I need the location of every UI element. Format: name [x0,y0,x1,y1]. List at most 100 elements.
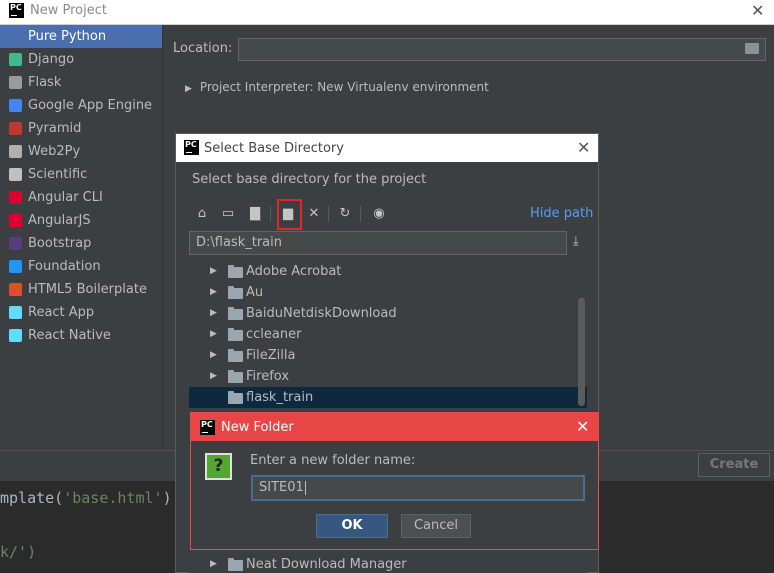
new-folder-highlight [277,199,302,230]
tree-row[interactable]: ▶ FileZilla [189,345,587,366]
code-text: mplate( [0,489,64,507]
project-interpreter-toggle[interactable]: ▶ Project Interpreter: New Virtualenv env… [185,80,489,94]
show-hidden-icon[interactable]: ◉ [371,206,387,222]
react-native-icon [9,329,22,342]
dialog-close-icon[interactable]: ✕ [577,138,590,157]
path-input[interactable]: D:\flask_train [189,231,567,255]
new-folder-prompt: Enter a new folder name: [250,453,416,468]
expand-arrow-icon[interactable]: ▶ [210,345,217,366]
folder-icon [228,558,243,571]
expand-arrow-icon[interactable]: ▶ [210,303,217,324]
sidebar-item-react[interactable]: React App [0,301,162,324]
pycharm-logo-icon: PC [184,140,199,155]
django-icon [9,53,22,66]
delete-icon[interactable]: ✕ [306,206,322,222]
sidebar-item-label: Bootstrap [28,236,92,251]
flask-icon [9,76,22,89]
tree-row[interactable]: ▶ BaiduNetdiskDownload [189,303,587,324]
refresh-icon[interactable]: ↻ [337,206,353,222]
tree-item-label: Firefox [246,369,290,384]
tree-row[interactable]: ▶ ccleaner [189,324,587,345]
browse-folder-icon[interactable] [745,43,759,54]
expand-arrow-icon[interactable]: ▶ [210,324,217,345]
sidebar-item-bootstrap[interactable]: Bootstrap [0,232,162,255]
new-folder-close-icon[interactable]: ✕ [576,417,589,436]
tree-item-label: ccleaner [246,327,302,342]
sidebar-item-label: React Native [28,328,111,343]
sidebar-item-label: HTML5 Boilerplate [28,282,147,297]
sidebar-item-label: AngularJS [28,213,91,228]
sidebar-item-angularjs[interactable]: AngularJS [0,209,162,232]
sidebar-item-google-app-engine[interactable]: Google App Engine [0,94,162,117]
tree-item-label: Adobe Acrobat [246,264,342,279]
text-caret [304,480,306,495]
pycharm-logo-icon: PC [9,3,24,18]
dialog-title: Select Base Directory [204,141,344,156]
folder-icon [228,307,243,320]
dialog-description: Select base directory for the project [192,172,427,187]
expand-arrow-icon[interactable]: ▶ [210,554,217,573]
sidebar-item-django[interactable]: Django [0,48,162,71]
sidebar-item-label: Angular CLI [28,190,103,205]
pyramid-icon [9,122,22,135]
expand-arrow-icon[interactable]: ▶ [210,366,217,387]
project-folder-icon[interactable]: ▇ [247,206,263,222]
folder-icon [228,349,243,362]
sidebar-item-html5[interactable]: HTML5 Boilerplate [0,278,162,301]
expand-arrow-icon[interactable]: ▶ [210,261,217,282]
cancel-button[interactable]: Cancel [401,514,471,538]
create-button[interactable]: Create [698,453,770,477]
download-icon[interactable]: ⤓ [573,235,587,249]
code-line-1: mplate('base.html') [0,489,172,507]
toolbar-divider [270,206,271,222]
tree-row[interactable]: ▶ Firefox [189,366,587,387]
pycharm-logo-icon: PC [200,420,215,435]
toolbar-divider [328,206,329,222]
tree-item-label: FileZilla [246,348,296,363]
new-folder-titlebar: PC New Folder ✕ [191,413,598,441]
tree-row[interactable]: flask_train [189,387,587,408]
code-string: 'base.html' [63,489,163,507]
sidebar-item-foundation[interactable]: Foundation [0,255,162,278]
code-text: ) [162,489,172,507]
sidebar-item-label: Web2Py [28,144,81,159]
sidebar-item-label: Flask [28,75,62,90]
folder-name-input[interactable]: SITE01 [251,475,585,501]
sidebar-item-python[interactable]: Pure Python [0,25,162,48]
new-folder-title: New Folder [221,420,294,435]
sidebar-item-flask[interactable]: Flask [0,71,162,94]
desktop-icon[interactable]: ▭ [220,206,236,222]
location-input[interactable] [238,38,766,61]
tree-item-label: flask_train [246,390,314,405]
folder-icon [228,328,243,341]
window-close-icon[interactable]: ✕ [751,1,764,20]
web2py-icon [9,145,22,158]
tree-item-label: BaiduNetdiskDownload [246,306,397,321]
folder-icon [228,286,243,299]
ok-button[interactable]: OK [316,514,388,538]
expand-arrow-icon[interactable]: ▶ [210,282,217,303]
home-icon[interactable]: ⌂ [194,206,210,222]
folder-icon [228,391,243,404]
sidebar-item-angular[interactable]: Angular CLI [0,186,162,209]
dialog-titlebar: PC Select Base Directory ✕ [176,134,598,162]
tree-row[interactable]: ▶ Adobe Acrobat [189,261,587,282]
sidebar-item-label: React App [28,305,95,320]
sidebar-item-web2py[interactable]: Web2Py [0,140,162,163]
window-titlebar: PC New Project ✕ [0,0,774,25]
tree-scrollbar[interactable] [578,298,585,406]
sidebar-item-label: Google App Engine [28,98,153,113]
folder-name-value: SITE01 [259,480,304,495]
hide-path-link[interactable]: Hide path [530,206,593,221]
sidebar-item-scientific[interactable]: Scientific [0,163,162,186]
foundation-icon [9,260,22,273]
tree-row[interactable]: ▶ Au [189,282,587,303]
tree-item-label: Au [246,285,264,300]
tree-row[interactable]: ▶ Neat Download Manager [189,554,587,573]
sidebar-item-react-native[interactable]: React Native [0,324,162,347]
sidebar-item-pyramid[interactable]: Pyramid [0,117,162,140]
toolbar-divider [360,206,361,222]
project-type-sidebar: Pure Python Django Flask Google App Engine P… [0,25,163,450]
code-line-2: k/') [0,543,37,561]
location-label: Location: [173,41,233,56]
